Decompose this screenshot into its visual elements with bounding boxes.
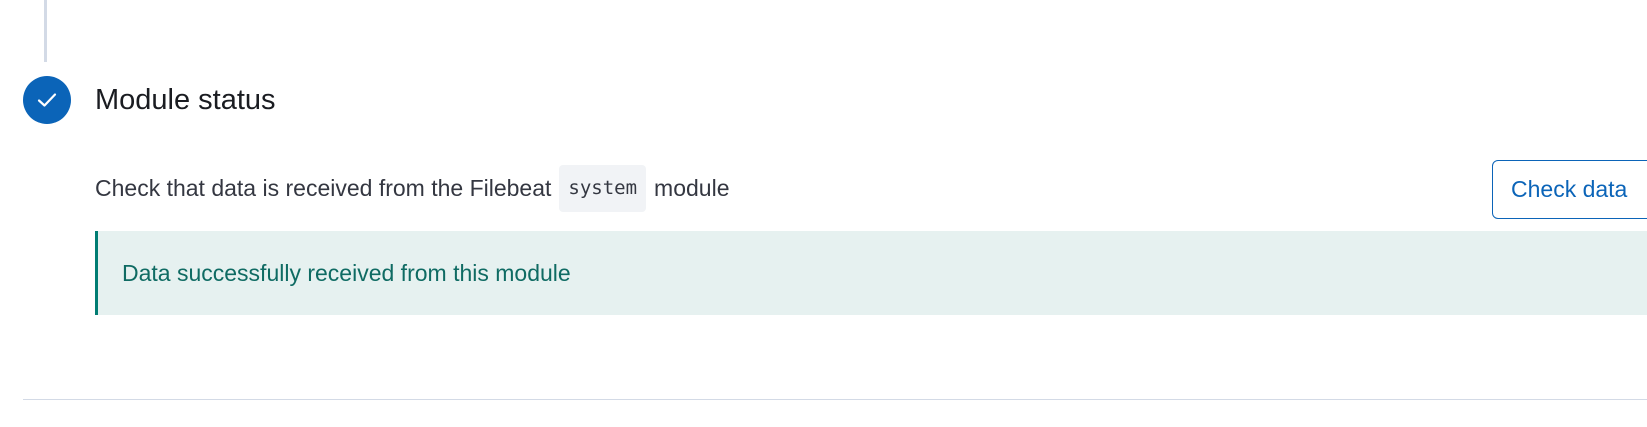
description-prefix: Check that data is received from the Fil…	[95, 174, 552, 201]
callout-message: Data successfully received from this mod…	[122, 259, 571, 286]
step-title: Module status	[95, 84, 276, 116]
step-complete-badge	[23, 76, 71, 124]
section-divider	[23, 399, 1647, 400]
check-data-button[interactable]: Check data	[1492, 160, 1647, 219]
check-icon	[37, 92, 57, 108]
module-code-chip: system	[559, 164, 647, 212]
step-connector-line	[44, 0, 47, 62]
description-suffix: module	[654, 174, 730, 201]
module-status-step: Module status Check that data is receive…	[0, 0, 1647, 427]
success-callout: Data successfully received from this mod…	[95, 231, 1647, 315]
step-description: Check that data is received from the Fil…	[95, 164, 729, 212]
